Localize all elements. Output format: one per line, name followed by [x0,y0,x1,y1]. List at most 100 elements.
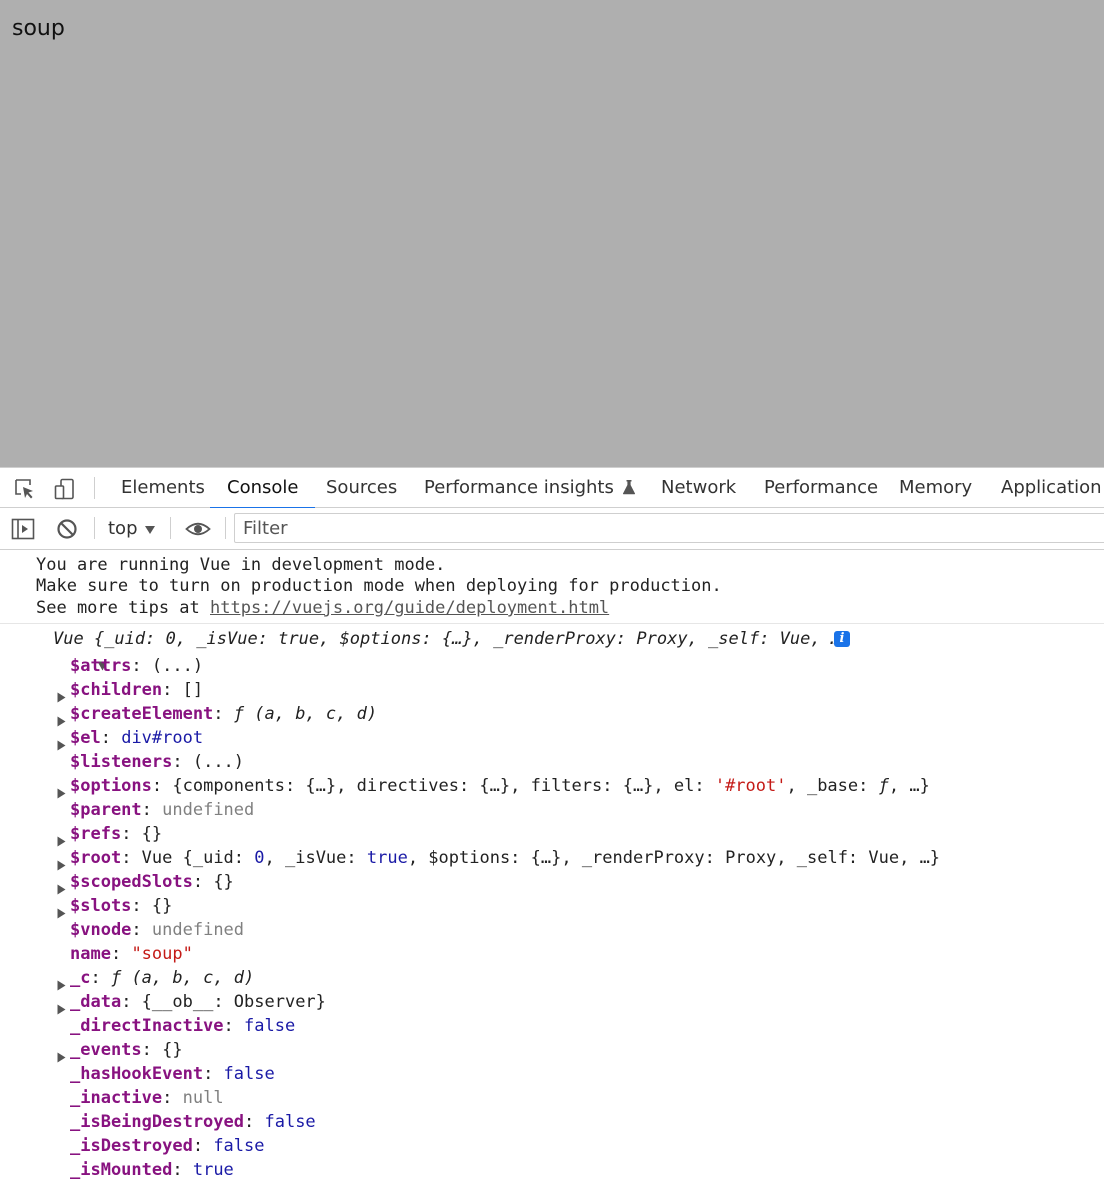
caret-right-icon[interactable] [57,878,66,902]
tab-performance[interactable]: Performance [764,468,878,508]
property-separator: : [223,1016,245,1036]
property-separator: : [131,656,152,676]
property-value: , $options: {…}, _renderProxy: Proxy, _s… [407,848,941,868]
tab-memory[interactable]: Memory [899,468,972,508]
property-row-isBeingDestroyed: _isBeingDestroyed: false [70,1110,316,1134]
caret-right-icon[interactable] [57,902,66,926]
property-key: _isBeingDestroyed [70,1112,244,1132]
property-key: $children [70,680,163,700]
inspect-element-icon[interactable] [13,477,37,501]
tab-performance-insights[interactable]: Performance insights [424,468,636,508]
property-value: {components: {…}, directives: {…}, filte… [172,776,715,796]
property-value: [] [182,680,204,700]
property-value: (...) [151,656,204,676]
property-separator: : [110,944,132,964]
property-row-name: name: "soup" [70,942,193,966]
property-row-root[interactable]: $root: Vue {_uid: 0, _isVue: true, $opti… [57,846,941,871]
property-separator: : [213,704,234,724]
property-row-el[interactable]: $el: div#root [57,726,203,751]
property-key: _events [70,1040,142,1060]
property-separator: : [244,1112,265,1132]
property-separator: : [151,776,173,796]
property-row-children[interactable]: $children: [] [57,678,204,703]
deployment-guide-link[interactable]: https://vuejs.org/guide/deployment.html [210,598,609,618]
caret-right-icon[interactable] [57,998,66,1022]
caret-right-icon[interactable] [57,710,66,734]
property-row-data[interactable]: _data: {__ob__: Observer} [57,990,326,1015]
property-row-events[interactable]: _events: {} [57,1038,183,1063]
tab-network[interactable]: Network [661,468,736,508]
property-value: ƒ [878,776,889,796]
property-key: _isDestroyed [70,1136,193,1156]
toolbar-divider [94,517,95,539]
property-key: $createElement [70,704,214,724]
property-key: name [70,944,111,964]
property-separator: : [141,1040,163,1060]
toolbar-divider [225,517,226,539]
property-key: _isMounted [70,1160,173,1180]
caret-right-icon[interactable] [57,830,66,854]
caret-right-icon[interactable] [57,1046,66,1070]
tab-sources[interactable]: Sources [326,468,397,508]
toolbar-divider [170,517,171,539]
property-value: '#root' [714,776,787,796]
property-separator: : [131,896,152,916]
property-row-parent: $parent: undefined [70,798,254,822]
property-value: {} [141,824,163,844]
property-separator: : [121,992,142,1012]
tab-application[interactable]: Application [1001,468,1102,508]
caret-right-icon[interactable] [57,974,66,998]
property-key: _data [70,992,122,1012]
caret-right-icon[interactable] [57,782,66,806]
chevron-down-icon[interactable] [144,521,156,540]
caret-right-icon[interactable] [57,854,66,878]
property-row-slots[interactable]: $slots: {} [57,894,173,919]
property-value: 0 [254,848,265,868]
flask-icon [622,470,636,510]
property-value: {} [151,896,173,916]
property-value: , _base: [786,776,879,796]
property-key: $options [70,776,152,796]
property-row-options[interactable]: $options: {components: {…}, directives: … [57,774,930,799]
property-value: ƒ (a, b, c, d) [110,968,255,988]
property-separator: : [172,1160,193,1180]
caret-right-icon[interactable] [57,734,66,758]
toolbar-divider [94,477,95,499]
property-separator: : [192,1136,214,1156]
property-value: true [366,848,408,868]
property-value: false [244,1016,296,1036]
property-row-hasHookEvent: _hasHookEvent: false [70,1062,275,1086]
property-value: false [223,1064,275,1084]
property-separator: : [192,872,214,892]
property-key: _directInactive [70,1016,224,1036]
property-key: $slots [70,896,132,916]
filter-input[interactable] [241,517,1085,540]
console-message-line: See more tips at https://vuejs.org/guide… [36,598,609,618]
property-separator: : [121,848,142,868]
property-row-createElement[interactable]: $createElement: ƒ (a, b, c, d) [57,702,377,727]
eye-icon[interactable] [185,517,211,541]
property-row-inactive: _inactive: null [70,1086,224,1110]
info-icon[interactable]: i [834,631,850,647]
property-row-vnode: $vnode: undefined [70,918,244,942]
property-value: , _isVue: [264,848,367,868]
context-selector[interactable]: top [108,518,138,539]
console-message-text: See more tips at [36,598,210,618]
tab-console[interactable]: Console [209,468,317,509]
property-value: false [264,1112,316,1132]
clear-console-icon[interactable] [55,517,79,541]
devtools-tab-bar: Elements Console Sources Performance ins… [0,467,1104,509]
property-row-c[interactable]: _c: ƒ (a, b, c, d) [57,966,255,991]
caret-right-icon[interactable] [57,686,66,710]
property-row-scopedSlots[interactable]: $scopedSlots: {} [57,870,234,895]
property-key: $scopedSlots [70,872,193,892]
device-toolbar-icon[interactable] [53,477,77,501]
tab-elements[interactable]: Elements [121,468,205,508]
property-value: null [182,1088,224,1108]
property-row-refs[interactable]: $refs: {} [57,822,163,847]
sidebar-toggle-icon[interactable] [11,517,35,541]
page-viewport: soup [0,0,1104,467]
property-key: $attrs [70,656,132,676]
property-separator: : [162,680,183,700]
console-message: You are running Vue in development mode.… [0,551,1104,624]
